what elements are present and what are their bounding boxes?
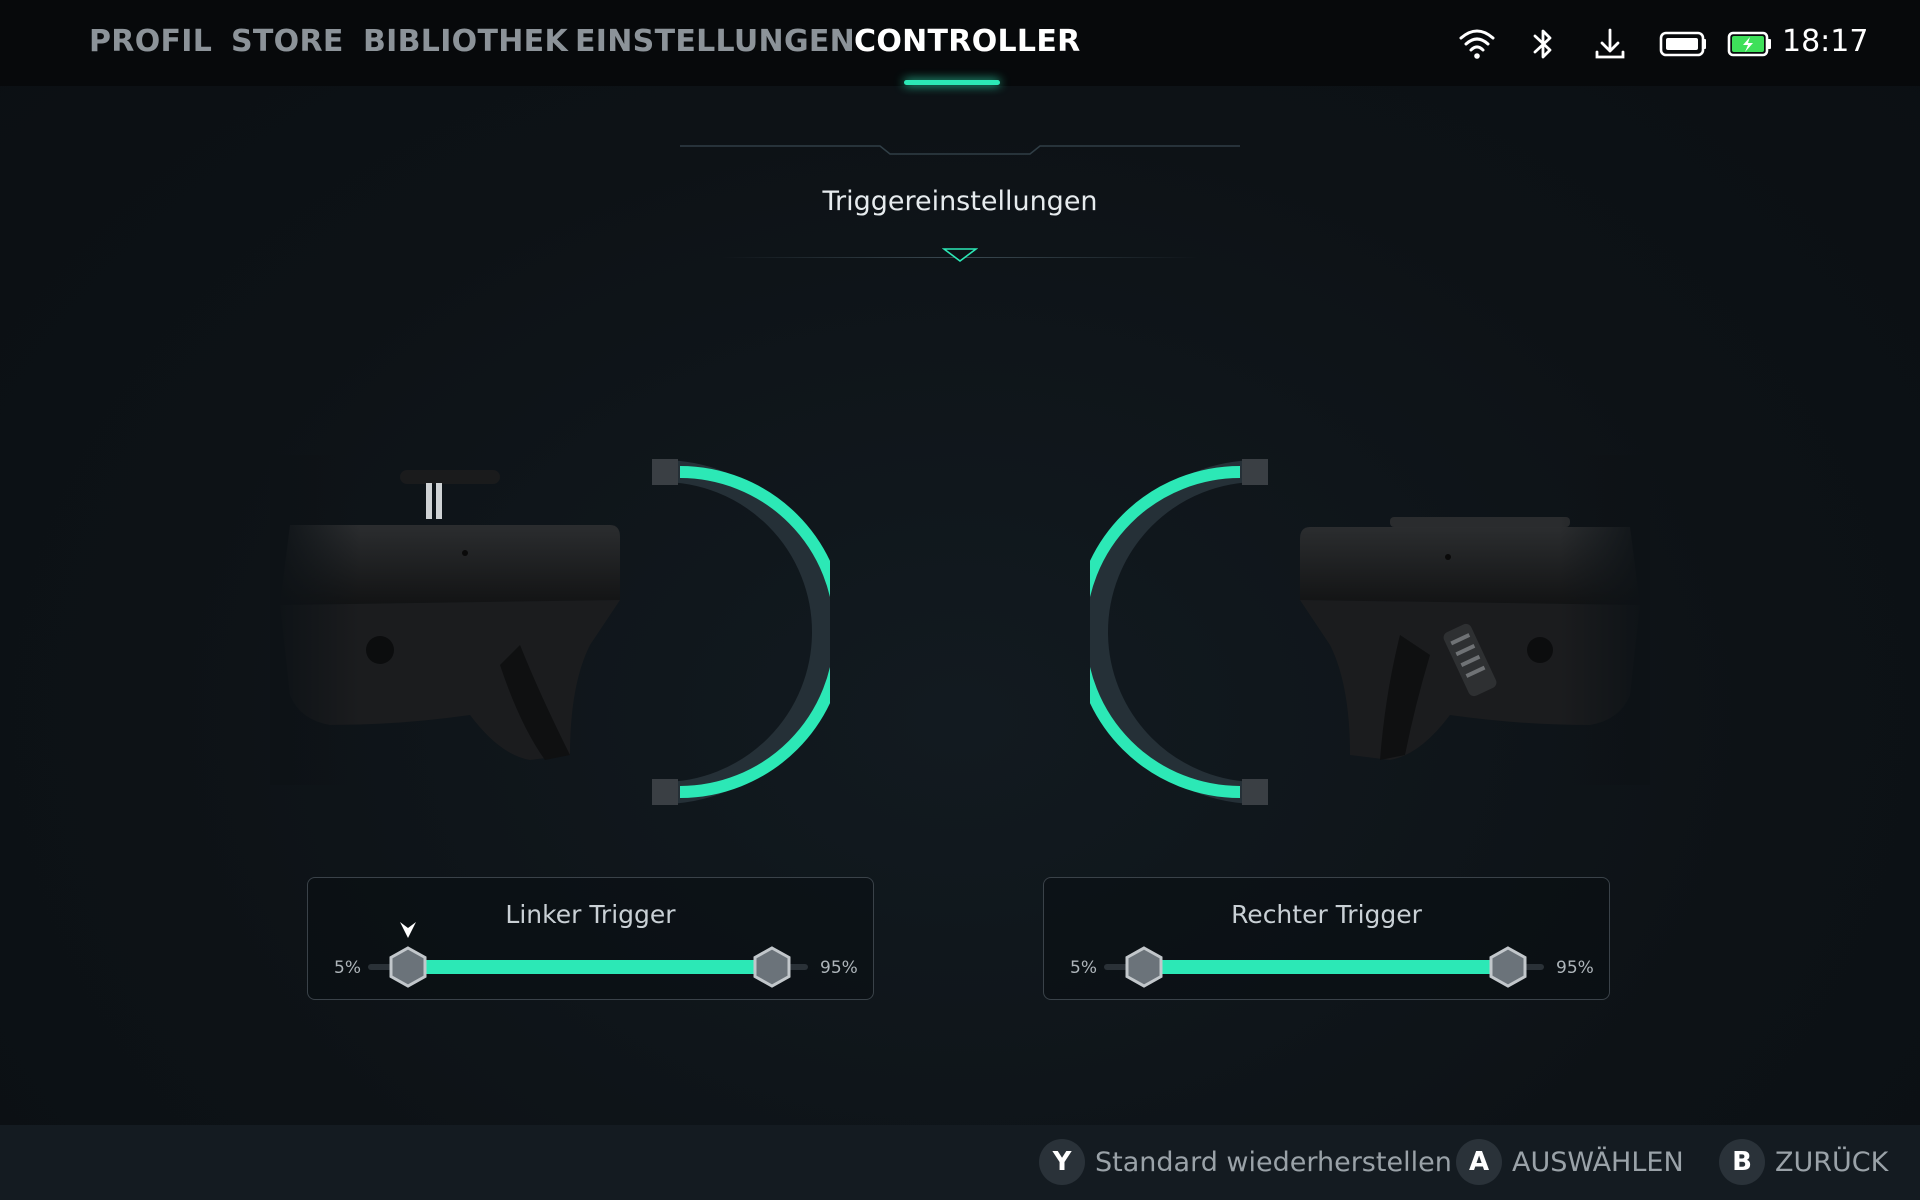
right-trigger-title: Rechter Trigger xyxy=(1231,900,1422,929)
restore-defaults-hint[interactable]: Y Standard wiederherstellen xyxy=(1039,1139,1452,1185)
left-trigger-range-fill xyxy=(408,960,774,974)
left-trigger-min-handle[interactable] xyxy=(387,946,429,988)
tab-einstellungen[interactable]: EINSTELLUNGEN xyxy=(575,24,855,64)
y-button-icon: Y xyxy=(1039,1139,1085,1185)
download-icon xyxy=(1592,24,1628,64)
left-trigger-min-label: 5% xyxy=(334,958,361,978)
back-hint[interactable]: B ZURÜCK xyxy=(1719,1139,1888,1185)
top-navigation-bar: PROFIL STORE BIBLIOTHEK EINSTELLUNGEN CO… xyxy=(0,0,1920,86)
a-button-icon: A xyxy=(1456,1139,1502,1185)
b-button-icon: B xyxy=(1719,1139,1765,1185)
tab-store[interactable]: STORE xyxy=(231,24,344,64)
tab-controller[interactable]: CONTROLLER xyxy=(854,24,1081,64)
section-title: Triggereinstellungen xyxy=(822,186,1098,217)
right-trigger-panel: Rechter Trigger 5% 95% xyxy=(1043,877,1610,1000)
select-hint[interactable]: A AUSWÄHLEN xyxy=(1456,1139,1684,1185)
active-tab-indicator xyxy=(904,80,1000,85)
back-label: ZURÜCK xyxy=(1775,1146,1889,1178)
battery-charging-icon xyxy=(1726,24,1774,64)
select-label: AUSWÄHLEN xyxy=(1512,1146,1684,1178)
tab-profil[interactable]: PROFIL xyxy=(89,24,212,64)
controller-battery-icon xyxy=(1658,24,1708,64)
left-trigger-max-label: 95% xyxy=(820,958,858,978)
right-trigger-max-handle[interactable] xyxy=(1487,946,1529,988)
wifi-icon xyxy=(1457,24,1497,64)
left-trigger-title: Linker Trigger xyxy=(505,900,676,929)
left-trigger-max-handle[interactable] xyxy=(751,946,793,988)
right-trigger-min-handle[interactable] xyxy=(1123,946,1165,988)
left-trigger-panel: Linker Trigger 5% 95% xyxy=(307,877,874,1000)
right-trigger-range-arc xyxy=(1090,459,1268,805)
left-trigger-range-arc xyxy=(652,459,830,805)
right-trigger-range-fill xyxy=(1144,960,1510,974)
right-trigger-max-label: 95% xyxy=(1556,958,1594,978)
left-controller-image xyxy=(270,455,630,785)
bluetooth-icon xyxy=(1528,24,1558,64)
right-controller-image xyxy=(1290,455,1650,785)
restore-defaults-label: Standard wiederherstellen xyxy=(1095,1146,1452,1178)
tab-bibliothek[interactable]: BIBLIOTHEK xyxy=(363,24,568,64)
focus-pointer-icon xyxy=(400,922,416,938)
controller-settings-screen: PROFIL STORE BIBLIOTHEK EINSTELLUNGEN CO… xyxy=(0,0,1920,1200)
chevron-down-icon xyxy=(942,248,978,262)
clock: 18:17 xyxy=(1782,24,1869,59)
right-trigger-min-label: 5% xyxy=(1070,958,1097,978)
header-top-frame xyxy=(680,145,1240,155)
